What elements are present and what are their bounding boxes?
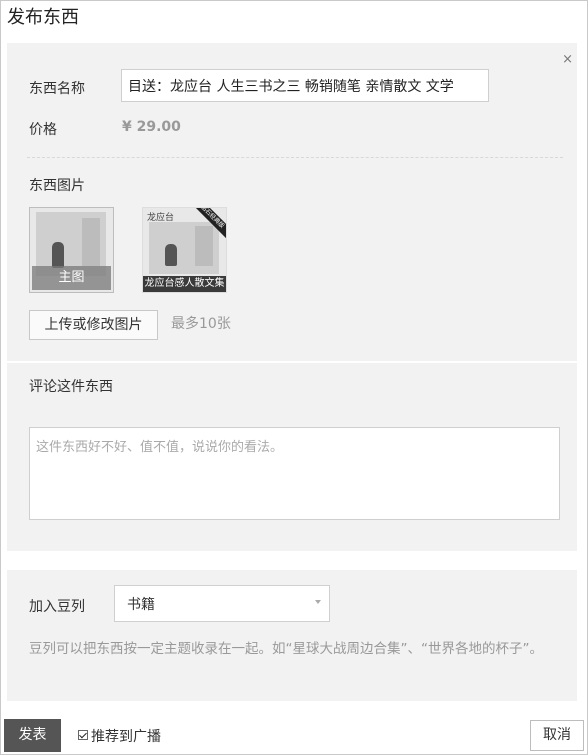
divider: [27, 157, 563, 158]
price-value: ¥ 29.00: [122, 119, 181, 135]
book-cover-image: [149, 222, 219, 274]
dropdown-arrow-icon: [315, 600, 321, 604]
thumbnail-banner: 龙应台感人散文集: [143, 276, 226, 292]
max-images-hint: 最多10张: [171, 316, 231, 332]
doulist-selected-value: 书籍: [127, 597, 155, 613]
item-name-label: 东西名称: [29, 81, 85, 97]
comment-textarea[interactable]: 这件东西好不好、值不值，说说你的看法。: [29, 427, 560, 520]
main-image-thumbnail[interactable]: 主图: [29, 207, 114, 293]
main-image-badge: 主图: [32, 266, 111, 290]
close-icon[interactable]: ×: [562, 53, 573, 67]
images-label: 东西图片: [29, 178, 85, 194]
dialog-title: 发布东西: [7, 7, 79, 28]
cancel-button[interactable]: 取消: [530, 720, 584, 751]
doulist-label: 加入豆列: [29, 599, 85, 615]
publish-dialog: 发布东西 × 东西名称 目送：龙应台 人生三书之三 畅销随笔 亲情散文 文学 价…: [0, 0, 588, 755]
doulist-select[interactable]: 书籍: [114, 585, 330, 622]
price-label: 价格: [29, 122, 57, 138]
image-thumbnail[interactable]: 龙应台 钻石经典版 龙应台感人散文集: [142, 207, 227, 293]
recommend-label[interactable]: 推荐到广播: [91, 726, 161, 746]
doulist-help-text: 豆列可以把东西按一定主题收录在一起。如“星球大战周边合集”、“世界各地的杯子”。: [29, 641, 543, 657]
recommend-checkbox[interactable]: [78, 730, 88, 740]
publish-button[interactable]: 发表: [4, 719, 61, 752]
upload-image-button[interactable]: 上传或修改图片: [29, 310, 158, 340]
item-name-input[interactable]: 目送：龙应台 人生三书之三 畅销随笔 亲情散文 文学: [121, 69, 489, 102]
comment-label: 评论这件东西: [29, 379, 113, 395]
